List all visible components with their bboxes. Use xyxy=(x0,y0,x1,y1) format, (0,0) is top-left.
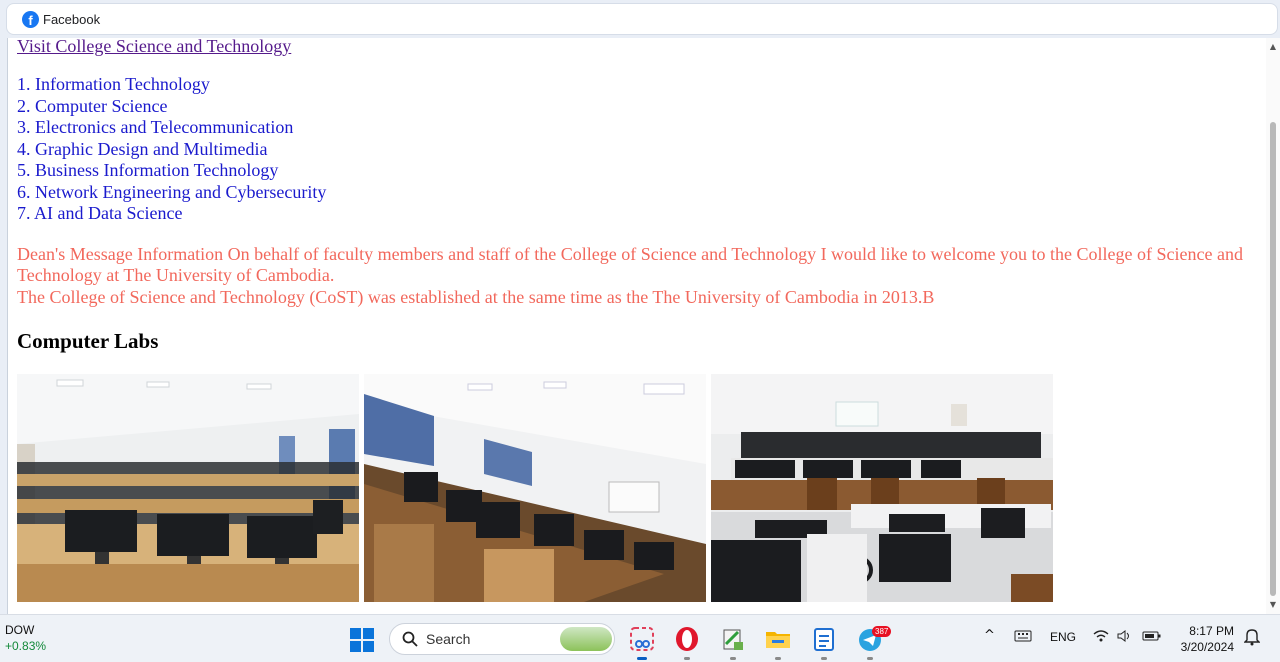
program-list: 1. Information Technology 2. Computer Sc… xyxy=(17,74,1257,225)
labs-heading: Computer Labs xyxy=(17,329,159,353)
stock-change: +0.83% xyxy=(5,639,47,653)
show-hidden-icons-chevron-up-icon[interactable]: ^ xyxy=(984,628,995,643)
program-item: 6. Network Engineering and Cybersecurity xyxy=(17,181,327,202)
page-scrollbar[interactable]: ▲ ▼ xyxy=(1266,38,1280,614)
program-item: 4. Graphic Design and Multimedia xyxy=(17,138,268,159)
tab-label: Facebook xyxy=(43,11,101,27)
page-viewport: Visit College Science and Technology 1. … xyxy=(7,38,1280,614)
taskbar: DOW +0.83% Search 387 ^ ENG 8:17 PM 3/20… xyxy=(0,614,1280,662)
search-highlight-icon xyxy=(560,627,612,651)
scroll-up-icon[interactable]: ▲ xyxy=(1268,42,1278,52)
notepad-plus-icon[interactable] xyxy=(719,625,747,653)
app-indicator xyxy=(867,657,873,660)
visit-college-link[interactable]: Visit College Science and Technology xyxy=(17,38,291,57)
dean-message-established: The College of Science and Technology (C… xyxy=(17,286,935,307)
program-item: 7. AI and Data Science xyxy=(17,203,183,223)
app-indicator xyxy=(775,657,781,660)
notification-bell-icon[interactable] xyxy=(1243,628,1261,649)
app-indicator xyxy=(684,657,690,660)
active-app-indicator xyxy=(637,657,647,660)
wifi-icon[interactable] xyxy=(1093,629,1109,646)
opera-browser-icon[interactable] xyxy=(673,625,701,653)
clock-date: 3/20/2024 xyxy=(1180,640,1234,654)
app-indicator xyxy=(730,657,736,660)
computer-lab-photo-2 xyxy=(364,374,706,602)
notepad-icon[interactable] xyxy=(810,625,838,653)
stock-name: DOW xyxy=(5,623,35,637)
lab-photo-gallery xyxy=(17,374,1257,602)
volume-icon[interactable] xyxy=(1117,629,1133,646)
snipping-tool-icon[interactable] xyxy=(628,625,656,653)
language-indicator[interactable]: ENG xyxy=(1050,630,1076,644)
taskbar-search[interactable]: Search xyxy=(389,623,615,655)
scroll-down-icon[interactable]: ▼ xyxy=(1268,600,1278,610)
app-indicator xyxy=(821,657,827,660)
computer-lab-photo-3 xyxy=(711,374,1053,602)
program-item: 3. Electronics and Telecommunication xyxy=(17,117,294,137)
facebook-icon: f xyxy=(22,10,39,28)
battery-icon[interactable] xyxy=(1142,629,1162,646)
search-label: Search xyxy=(426,631,471,647)
program-item: 2. Computer Science xyxy=(17,95,168,116)
tab-facebook[interactable]: f Facebook xyxy=(6,3,1278,35)
program-item: 5. Business Information Technology xyxy=(17,160,279,180)
stock-widget[interactable]: DOW +0.83% xyxy=(5,623,46,653)
dean-message: Dean's Message Information On behalf of … xyxy=(17,244,1257,309)
dean-message-welcome: Dean's Message Information On behalf of … xyxy=(17,243,1243,286)
computer-lab-photo-1 xyxy=(17,374,359,602)
windows-start-icon[interactable] xyxy=(350,628,374,652)
file-explorer-icon[interactable] xyxy=(764,625,792,653)
search-icon xyxy=(402,631,418,647)
program-item: 1. Information Technology xyxy=(17,74,210,94)
keyboard-icon[interactable] xyxy=(1014,629,1032,646)
tab-bar: f Facebook xyxy=(0,0,1280,38)
system-clock[interactable]: 8:17 PM 3/20/2024 xyxy=(1172,623,1234,655)
telegram-unread-badge: 387 xyxy=(872,626,892,637)
page-content: Visit College Science and Technology 1. … xyxy=(17,38,1257,602)
clock-time: 8:17 PM xyxy=(1189,624,1234,638)
scrollbar-thumb[interactable] xyxy=(1270,122,1276,596)
